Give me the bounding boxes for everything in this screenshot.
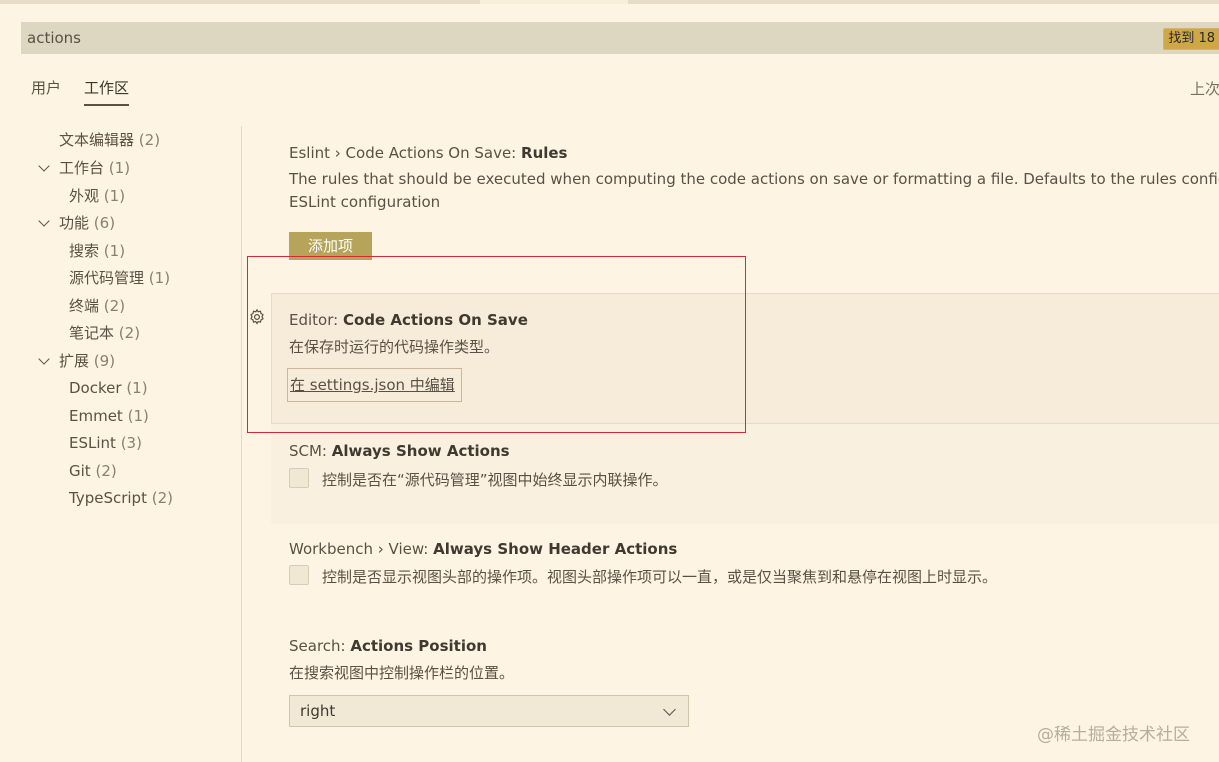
toc-item-docker[interactable]: Docker (1)	[69, 376, 148, 400]
chevron-down-icon[interactable]	[38, 215, 50, 227]
search-value: actions	[27, 29, 81, 47]
settings-search-input[interactable]: actions 找到 18	[21, 22, 1219, 54]
select-value: right	[300, 702, 336, 720]
setting-name: Always Show Header Actions	[433, 540, 678, 558]
checkbox-label: 控制是否显示视图头部的操作项。视图头部操作项可以一直，或是仅当聚焦到和悬停在视图…	[322, 568, 998, 586]
toc-count: (2)	[151, 489, 173, 507]
toc-item-workbench[interactable]: 工作台 (1)	[59, 156, 130, 180]
toc-count: (9)	[93, 352, 116, 370]
toc-item-scm[interactable]: 源代码管理 (1)	[69, 266, 170, 290]
toc-count: (1)	[103, 242, 126, 260]
toc-item-typescript[interactable]: TypeScript (2)	[69, 486, 173, 510]
toc-divider	[241, 126, 242, 762]
toc-label: 文本编辑器	[59, 131, 135, 149]
setting-title: SCM: Always Show Actions	[289, 442, 510, 460]
setting-category: Search:	[289, 637, 351, 655]
editor-tab-strip	[0, 0, 1219, 4]
toc-count: (1)	[127, 407, 149, 425]
active-tab-indicator	[480, 0, 628, 4]
toc-count: (1)	[148, 269, 171, 287]
last-synced-label: 上次	[1190, 80, 1219, 98]
toc-count: (2)	[118, 324, 141, 342]
setting-title: Eslint › Code Actions On Save: Rules	[289, 144, 568, 162]
toc-label: 扩展	[59, 352, 90, 370]
toc-label: 功能	[59, 214, 90, 232]
toc-label: 外观	[69, 187, 100, 205]
toc-item-git[interactable]: Git (2)	[69, 459, 117, 483]
tab-user[interactable]: 用户	[31, 70, 61, 104]
toc-count: (6)	[93, 214, 116, 232]
chevron-down-icon[interactable]	[38, 160, 50, 172]
toc-count: (1)	[103, 187, 126, 205]
toc-item-extensions[interactable]: 扩展 (9)	[59, 349, 115, 373]
toc-count: (2)	[138, 131, 161, 149]
toc-count: (2)	[103, 297, 126, 315]
scm-always-show-actions-checkbox[interactable]	[289, 468, 309, 488]
tab-workspace[interactable]: 工作区	[84, 70, 130, 106]
toc-label: Docker	[69, 379, 122, 397]
setting-name: Always Show Actions	[331, 442, 510, 460]
actions-position-select[interactable]: right	[289, 695, 689, 727]
toc-label: Emmet	[69, 407, 123, 425]
toc-label: 源代码管理	[69, 269, 145, 287]
setting-description: The rules that should be executed when c…	[289, 170, 1219, 188]
toc-item-notebook[interactable]: 笔记本 (2)	[69, 321, 140, 345]
toc-item-text-editor[interactable]: 文本编辑器 (2)	[59, 128, 160, 152]
toc-count: (2)	[95, 462, 117, 480]
setting-name: Actions Position	[350, 637, 487, 655]
search-result-count-badge: 找到 18	[1163, 28, 1219, 50]
highlight-annotation-box	[247, 256, 746, 433]
setting-description-line2: ESLint configuration	[289, 193, 441, 211]
setting-category: SCM:	[289, 442, 332, 460]
toc-label: ESLint	[69, 434, 116, 452]
setting-title: Workbench › View: Always Show Header Act…	[289, 540, 677, 558]
toc-item-eslint[interactable]: ESLint (3)	[69, 431, 142, 455]
setting-name: Rules	[521, 144, 568, 162]
toc-count: (1)	[126, 379, 148, 397]
workbench-header-actions-checkbox[interactable]	[289, 565, 309, 585]
toc-label: 搜索	[69, 242, 100, 260]
toc-item-terminal[interactable]: 终端 (2)	[69, 294, 125, 318]
chevron-down-icon[interactable]	[38, 353, 50, 365]
chevron-down-icon	[663, 703, 676, 716]
setting-title: Search: Actions Position	[289, 637, 487, 655]
toc-count: (1)	[108, 159, 131, 177]
toc-item-search[interactable]: 搜索 (1)	[69, 239, 125, 263]
toc-item-emmet[interactable]: Emmet (1)	[69, 404, 149, 428]
setting-category: Eslint › Code Actions On Save:	[289, 144, 522, 162]
toc-label: 终端	[69, 297, 100, 315]
toc-count: (3)	[120, 434, 142, 452]
setting-description: 在搜索视图中控制操作栏的位置。	[289, 664, 515, 682]
watermark: @稀土掘金技术社区	[1037, 725, 1190, 745]
setting-category: Workbench › View:	[289, 540, 434, 558]
toc-label: 工作台	[59, 159, 105, 177]
toc-item-features[interactable]: 功能 (6)	[59, 211, 115, 235]
toc-label: 笔记本	[69, 324, 115, 342]
toc-label: TypeScript	[69, 489, 147, 507]
toc-item-appearance[interactable]: 外观 (1)	[69, 184, 125, 208]
checkbox-label: 控制是否在“源代码管理”视图中始终显示内联操作。	[322, 471, 668, 489]
toc-label: Git	[69, 462, 91, 480]
